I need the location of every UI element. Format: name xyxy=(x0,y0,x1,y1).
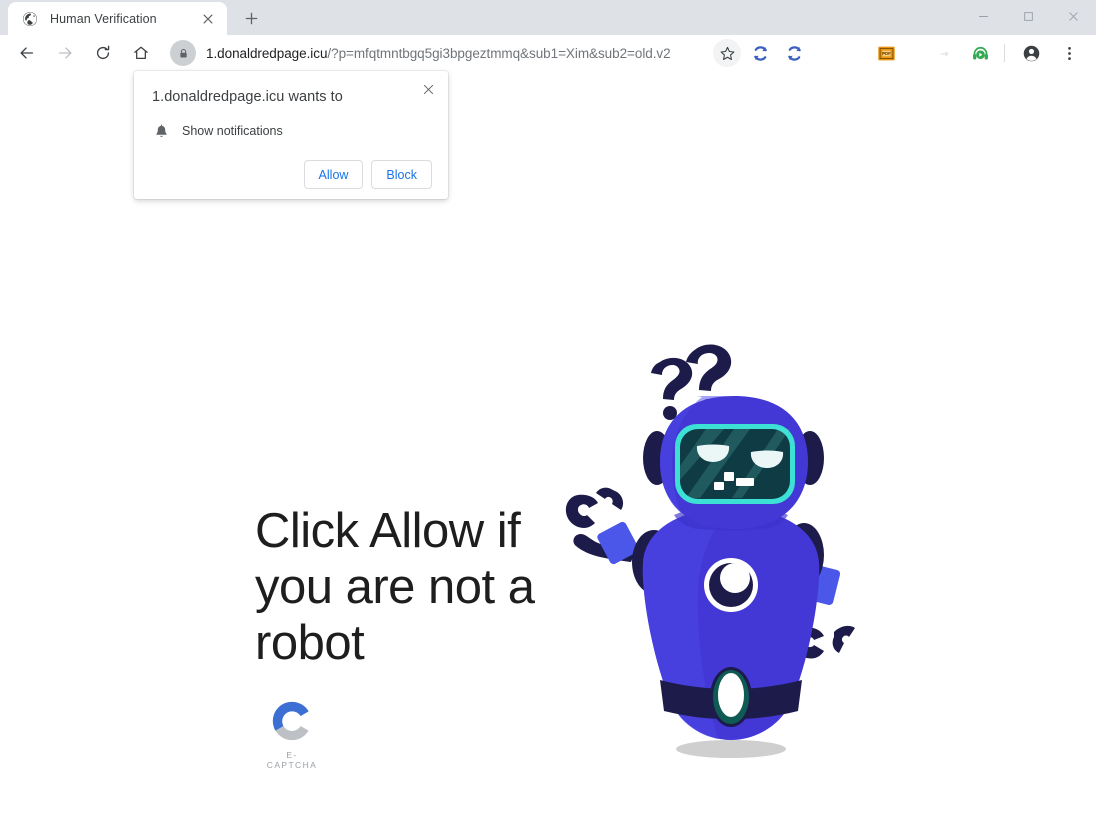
maximize-icon xyxy=(1024,11,1033,21)
tab-title: Human Verification xyxy=(50,11,157,26)
sync-extension-1-icon[interactable] xyxy=(746,39,774,67)
allow-button[interactable]: Allow xyxy=(303,160,364,189)
browser-window: Human Verification 1.donaldredpage.icu/?… xyxy=(0,0,1096,820)
browser-toolbar: 1.donaldredpage.icu/?p=mfqtmntbgq5gi3bpg… xyxy=(0,35,1096,72)
reload-icon xyxy=(96,45,110,60)
notification-permission-dialog: 1.donaldredpage.icu wants to Show notifi… xyxy=(134,71,448,199)
faded-extension-icon[interactable] xyxy=(932,39,960,67)
c-logo-icon xyxy=(272,701,309,741)
window-minimize-button[interactable] xyxy=(961,0,1006,32)
minimize-icon xyxy=(978,15,989,17)
three-dots-icon xyxy=(1067,46,1071,60)
robot-chest-light xyxy=(720,563,750,593)
permission-request-label: Show notifications xyxy=(182,124,283,138)
browser-tab-human-verification[interactable]: Human Verification xyxy=(8,2,227,35)
chrome-menu-button[interactable] xyxy=(1054,38,1084,68)
url-host: 1.donaldredpage.icu xyxy=(206,45,328,61)
e-captcha-branding: E-CAPTCHA xyxy=(262,698,322,770)
tab-strip: Human Verification xyxy=(0,0,1096,35)
plus-icon xyxy=(245,12,257,24)
robot-buckle-inner xyxy=(718,673,744,717)
back-button[interactable] xyxy=(12,38,42,68)
robot-left-claw-upper xyxy=(596,487,624,510)
forward-button xyxy=(50,38,80,68)
permission-title: 1.donaldredpage.icu wants to xyxy=(152,89,343,105)
pdf-extension-icon[interactable]: PDF xyxy=(872,39,900,67)
close-icon xyxy=(1069,11,1078,21)
confused-robot-illustration xyxy=(556,340,866,768)
tab-close-icon[interactable] xyxy=(199,10,217,28)
permission-request-row: Show notifications xyxy=(152,122,432,140)
new-tab-button[interactable] xyxy=(237,4,265,32)
arrow-right-icon xyxy=(58,47,72,59)
lock-icon[interactable] xyxy=(170,40,196,66)
robot-left-claw xyxy=(565,494,598,528)
avatar-icon xyxy=(1023,45,1039,61)
audio-extension-icon[interactable] xyxy=(966,39,994,67)
block-button[interactable]: Block xyxy=(371,160,432,189)
address-bar[interactable]: 1.donaldredpage.icu/?p=mfqtmntbgq5gi3bpg… xyxy=(168,39,707,67)
page-headline: Click Allow if you are not a robot xyxy=(255,503,535,670)
permission-actions: Allow Block xyxy=(152,160,432,189)
window-close-button[interactable] xyxy=(1051,0,1096,32)
home-icon xyxy=(134,46,148,60)
window-controls xyxy=(961,0,1096,32)
robot-right-claw-lower xyxy=(832,625,855,653)
profile-avatar-button[interactable] xyxy=(1016,38,1046,68)
sync-extension-2-icon[interactable] xyxy=(780,39,808,67)
arrow-left-icon xyxy=(20,47,34,59)
permission-close-icon[interactable] xyxy=(416,77,440,101)
globe-icon xyxy=(22,11,38,27)
toolbar-divider xyxy=(1004,44,1005,62)
svg-text:PDF: PDF xyxy=(882,50,891,55)
url-path: /?p=mfqtmntbgq5gi3bpgeztmmq&sub1=Xim&sub… xyxy=(327,45,671,61)
bell-icon xyxy=(152,122,170,140)
window-maximize-button[interactable] xyxy=(1006,0,1051,32)
home-button[interactable] xyxy=(126,38,156,68)
bookmark-star-icon[interactable] xyxy=(713,39,741,67)
reload-button[interactable] xyxy=(88,38,118,68)
address-bar-url: 1.donaldredpage.icu/?p=mfqtmntbgq5gi3bpg… xyxy=(206,46,671,61)
e-captcha-label: E-CAPTCHA xyxy=(266,750,318,770)
robot-shadow xyxy=(676,740,786,758)
